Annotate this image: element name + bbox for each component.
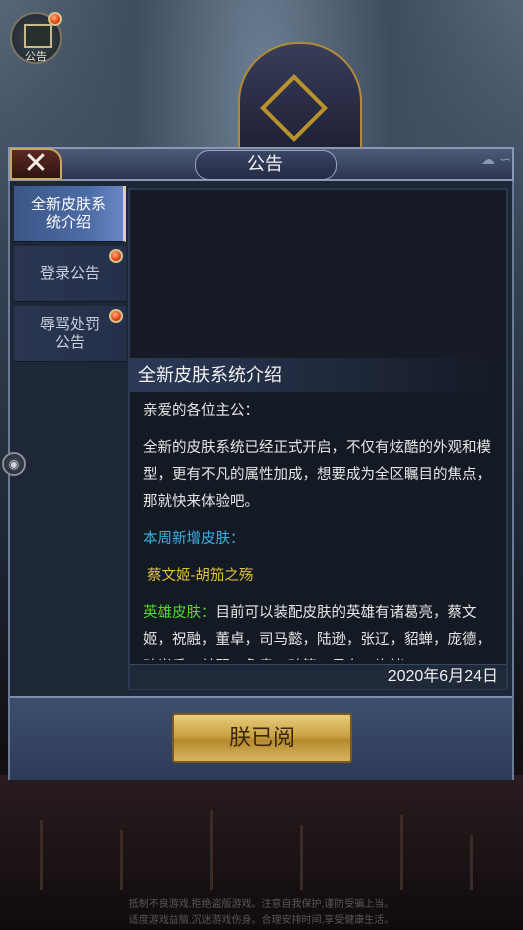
announcement-tab-list: 全新皮肤系统介绍 登录公告 辱骂处罚公告 — [14, 186, 126, 686]
notice-badge-dot — [48, 12, 62, 26]
dialog-title: 公告 — [247, 154, 283, 174]
tab-abuse-penalty-badge — [109, 309, 123, 323]
tab-new-skin-system[interactable]: 全新皮肤系统介绍 — [14, 186, 126, 242]
hero-skins-heading: 英雄皮肤： — [143, 605, 216, 621]
article-date: 2020年6月24日 — [387, 668, 498, 685]
notice-board-label: 公告 — [25, 51, 47, 63]
hero-portrait-helmet — [238, 42, 362, 156]
cloud-ornament-icon: ☁ ∽ — [480, 152, 511, 168]
article-body[interactable]: 亲爱的各位主公： 全新的皮肤系统已经正式开启，不仅有炫酷的外观和模型，更有不凡的… — [143, 398, 495, 660]
new-skin-name: 蔡文姬-胡笳之殇 — [147, 568, 254, 584]
article-title: 全新皮肤系统介绍 — [130, 358, 506, 392]
health-disclaimer-line-1: 抵制不良游戏,拒绝盗版游戏。注意自我保护,谨防受骗上当。 — [128, 899, 395, 910]
health-disclaimer-line-2: 适度游戏益脑,沉迷游戏伤身。合理安排时间,享受健康生活。 — [128, 915, 395, 926]
article-greeting: 亲爱的各位主公： — [143, 403, 259, 419]
article-date-bar: 2020年6月24日 — [130, 664, 506, 689]
confirm-read-button[interactable]: 朕已阅 — [172, 713, 352, 763]
new-skins-heading: 本周新增皮肤： — [143, 531, 245, 547]
article-intro: 全新的皮肤系统已经正式开启，不仅有炫酷的外观和模型，更有不凡的属性加成，想要成为… — [143, 440, 491, 510]
tab-label: 全新皮肤系统介绍 — [30, 195, 106, 231]
tab-login-notice-badge — [109, 249, 123, 263]
tab-label: 登录公告 — [39, 264, 100, 282]
notice-board-icon — [24, 24, 52, 48]
tab-label: 辱骂处罚公告 — [40, 315, 101, 351]
close-button[interactable]: ✕ — [10, 148, 62, 180]
announcement-banner-image — [130, 190, 506, 358]
side-drawer-handle-icon[interactable]: ◉ — [2, 452, 26, 476]
